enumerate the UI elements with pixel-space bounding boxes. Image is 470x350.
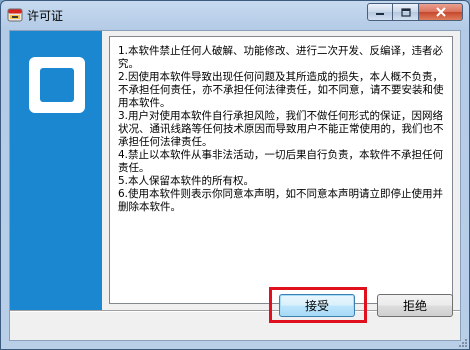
close-icon [435, 7, 446, 17]
caption-buttons [367, 3, 463, 21]
side-panel [10, 31, 102, 310]
license-paragraph-4: 4.禁止以本软件从事非法活动，一切后果自行负责，本软件不承担任何责任。 [118, 149, 444, 174]
license-paragraph-5: 5.本人保留本软件的所有权。 [118, 175, 255, 187]
license-window: 许可证 1.本软件禁止任何人破解、功能修改、进行二次开发、反编译，违者必究。 2… [0, 0, 470, 350]
minimize-icon [376, 13, 384, 15]
minimize-button[interactable] [367, 3, 393, 21]
license-paragraph-6: 6.使用本软件则表示你同意本声明，如不同意本声明请立即停止使用并删除本软件。 [118, 188, 444, 213]
window-title: 许可证 [27, 9, 64, 23]
accept-button[interactable]: 接受 [279, 294, 355, 317]
license-paragraph-3: 3.用户对使用本软件自行承担风险，我们不做任何形式的保证，因网络状况、通讯线路等… [118, 110, 444, 148]
license-paragraph-1: 1.本软件禁止任何人破解、功能修改、进行二次开发、反编译，违者必究。 [118, 45, 444, 70]
decline-button[interactable]: 拒绝 [377, 294, 453, 317]
maximize-icon [400, 7, 411, 17]
license-paragraph-2: 2.因使用本软件导致出现任何问题及其所造成的损失，本人概不负责，不承担任何责任，… [118, 71, 444, 109]
title-bar[interactable]: 许可证 [1, 1, 469, 29]
logo-icon [29, 57, 85, 113]
close-button[interactable] [419, 3, 463, 21]
maximize-button[interactable] [393, 3, 419, 21]
license-text: 1.本软件禁止任何人破解、功能修改、进行二次开发、反编译，违者必究。 2.因使用… [110, 37, 452, 214]
license-text-area[interactable]: 1.本软件禁止任何人破解、功能修改、进行二次开发、反编译，违者必究。 2.因使用… [109, 36, 453, 304]
resize-grip-icon[interactable] [458, 338, 468, 348]
app-icon [7, 8, 23, 22]
